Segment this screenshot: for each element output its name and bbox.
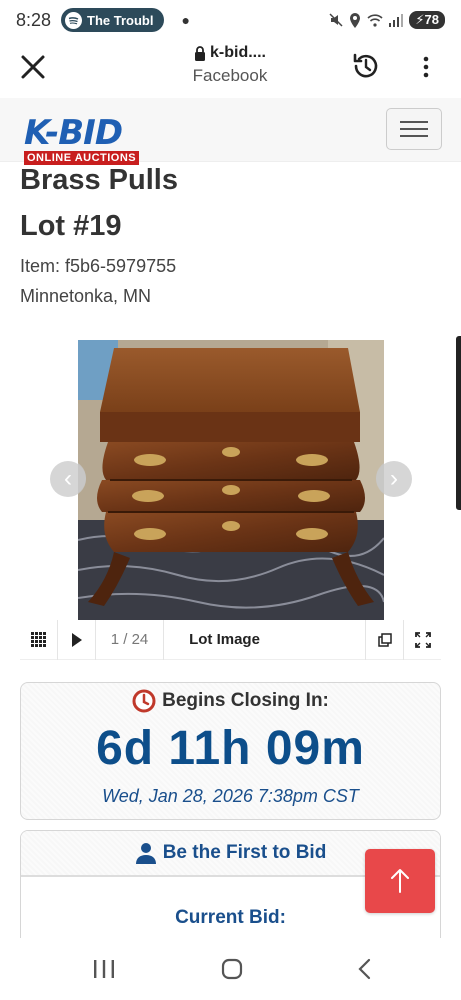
location-icon <box>350 12 361 28</box>
image-counter-text: 1 / 24 <box>110 631 149 648</box>
status-bar: 8:28 The Troubl ● ⚡78 <box>0 0 461 40</box>
logo-main: K-BID <box>24 113 123 153</box>
kbid-logo[interactable]: K-BID ONLINE AUCTIONS <box>24 113 162 165</box>
url-text: k-bid.... <box>210 44 266 61</box>
popout-icon[interactable] <box>366 619 404 660</box>
signal-icon <box>389 13 404 27</box>
lot-number: Lot #19 <box>20 210 122 242</box>
grid-icon[interactable] <box>20 619 58 660</box>
next-image-button[interactable]: › <box>376 461 412 497</box>
prev-image-button[interactable]: ‹ <box>50 461 86 497</box>
url-source: Facebook <box>192 66 268 85</box>
closing-heading-text: Begins Closing In: <box>162 690 329 711</box>
history-icon[interactable] <box>350 50 382 82</box>
spotify-icon <box>65 11 83 29</box>
hamburger-menu-icon[interactable] <box>386 108 442 150</box>
site-header: K-BID ONLINE AUCTIONS <box>0 98 461 165</box>
recents-icon[interactable] <box>92 958 116 980</box>
browser-toolbar: k-bid.... Facebook <box>0 40 461 98</box>
lock-icon <box>195 45 205 61</box>
lot-location: Minnetonka, MN <box>20 286 152 306</box>
mute-icon <box>329 13 343 27</box>
logo-sub: ONLINE AUCTIONS <box>24 151 140 165</box>
media-notification[interactable]: The Troubl <box>61 8 164 32</box>
lot-title: Brass Pulls <box>20 164 178 196</box>
wifi-icon <box>367 13 383 27</box>
status-time: 8:28 <box>16 9 52 30</box>
closing-countdown-panel: Begins Closing In: 6d 11h 09m Wed, Jan 2… <box>20 682 441 820</box>
scroll-to-top-button[interactable] <box>365 849 435 913</box>
countdown-timer: 6d 11h 09m <box>96 722 365 775</box>
person-icon <box>135 843 156 864</box>
battery-level: 78 <box>424 12 439 27</box>
battery-icon: ⚡78 <box>409 11 445 29</box>
arrow-up-icon <box>391 869 409 893</box>
lot-image-label: Lot Image <box>164 619 366 660</box>
play-icon[interactable] <box>58 619 96 660</box>
media-title: The Troubl <box>87 12 154 28</box>
fullscreen-icon[interactable] <box>404 620 441 660</box>
image-counter: 1 / 24 <box>96 619 164 660</box>
more-vert-icon[interactable] <box>416 52 436 82</box>
url-display[interactable]: k-bid.... Facebook <box>150 44 310 86</box>
lot-image[interactable]: ‹ › <box>78 340 384 620</box>
closing-heading: Begins Closing In: <box>21 689 440 713</box>
lot-image-label-text: Lot Image <box>189 631 260 648</box>
side-drawer-tab[interactable] <box>456 336 461 510</box>
system-nav-bar <box>0 938 461 1000</box>
close-icon[interactable] <box>18 52 48 82</box>
bid-heading-text: Be the First to Bid <box>162 842 327 863</box>
back-icon[interactable] <box>352 958 376 980</box>
home-icon[interactable] <box>220 958 244 980</box>
clock-icon <box>132 689 156 713</box>
gallery-controls: 1 / 24 Lot Image <box>20 619 441 660</box>
closing-date: Wed, Jan 28, 2026 7:38pm CST <box>102 786 359 806</box>
status-icons: ⚡78 <box>329 11 445 29</box>
item-id: Item: f5b6-5979755 <box>20 256 177 276</box>
notification-dot-icon: ● <box>181 12 190 28</box>
